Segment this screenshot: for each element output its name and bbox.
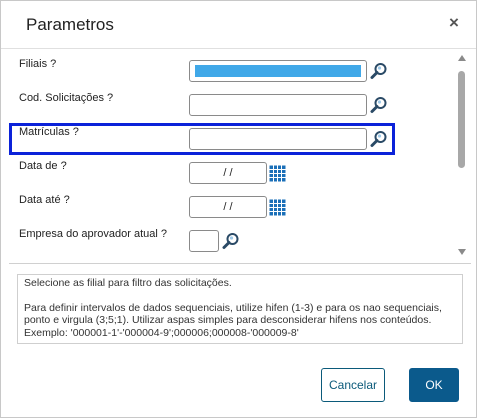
field-label-matriculas: Matrículas ?: [19, 126, 79, 138]
parameters-scrollbar[interactable]: [456, 53, 469, 258]
close-icon[interactable]: ×: [446, 13, 462, 33]
parameters-panel: Filiais ? Cod. Solicitações ? Matrículas…: [9, 49, 471, 264]
data-de-input[interactable]: / /: [189, 162, 267, 184]
calendar-icon[interactable]: [269, 199, 286, 216]
search-lookup-icon[interactable]: [370, 130, 388, 148]
parameters-dialog: Parametros × Filiais ? Cod. Solicitações…: [0, 0, 477, 418]
matriculas-input[interactable]: [189, 128, 367, 150]
help-text-box: Selecione as filial para filtro das soli…: [17, 274, 463, 344]
field-label-empresa-aprovador: Empresa do aprovador atual ?: [19, 228, 167, 240]
field-label-data-de: Data de ?: [19, 160, 67, 172]
empresa-aprovador-input[interactable]: [189, 230, 219, 252]
help-text-ranges: Para definir intervalos de dados sequenc…: [24, 301, 442, 339]
search-lookup-icon[interactable]: [370, 62, 388, 80]
cod-solicitacoes-input[interactable]: [189, 94, 367, 116]
search-lookup-icon[interactable]: [370, 96, 388, 114]
ok-button[interactable]: OK: [409, 368, 459, 402]
scroll-up-arrow-icon[interactable]: [458, 55, 466, 61]
search-lookup-icon[interactable]: [222, 232, 240, 250]
calendar-icon[interactable]: [269, 165, 286, 182]
field-label-data-ate: Data até ?: [19, 194, 70, 206]
data-ate-input[interactable]: / /: [189, 196, 267, 218]
cancel-button[interactable]: Cancelar: [321, 368, 385, 402]
filiais-input[interactable]: [189, 60, 367, 82]
dialog-titlebar: Parametros ×: [1, 1, 476, 49]
scroll-down-arrow-icon[interactable]: [458, 249, 466, 255]
dialog-title: Parametros: [26, 15, 114, 34]
help-text-selection: Selecione as filial para filtro das soli…: [24, 277, 232, 289]
field-label-filiais: Filiais ?: [19, 58, 57, 70]
filiais-selection-highlight: [195, 65, 361, 77]
field-label-cod-solicitacoes: Cod. Solicitações ?: [19, 92, 114, 104]
scroll-thumb[interactable]: [458, 71, 465, 168]
